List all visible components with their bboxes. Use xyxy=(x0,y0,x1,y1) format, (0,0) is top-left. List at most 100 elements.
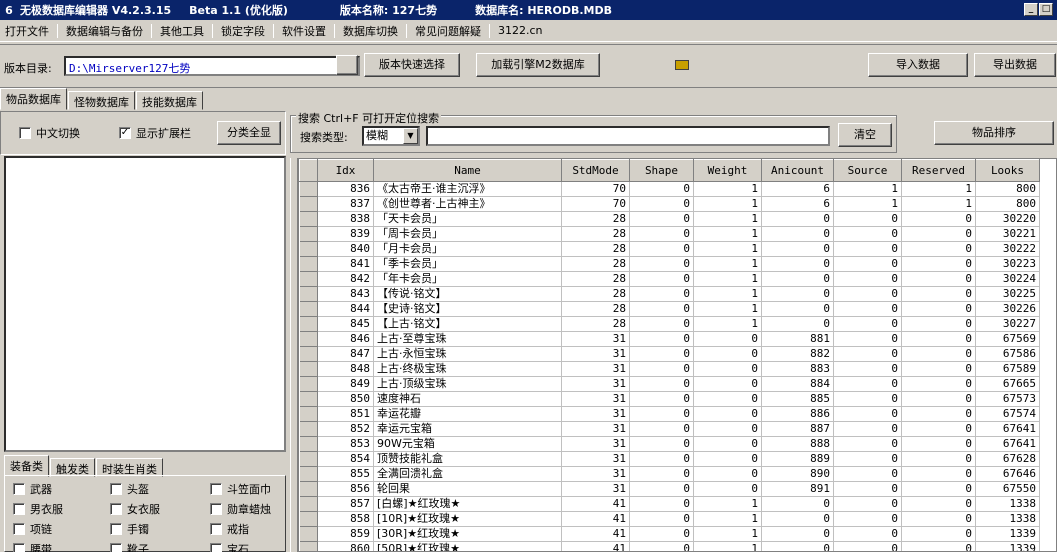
table-cell[interactable]: 0 xyxy=(693,406,762,422)
table-cell[interactable]: 41 xyxy=(561,496,630,512)
row-indicator[interactable] xyxy=(299,466,318,482)
row-indicator[interactable] xyxy=(299,406,318,422)
table-cell[interactable]: 28 xyxy=(561,211,630,227)
table-cell[interactable]: 0 xyxy=(901,511,976,527)
table-cell[interactable]: 41 xyxy=(561,526,630,542)
column-header-reserved[interactable]: Reserved xyxy=(901,159,976,182)
table-cell[interactable]: 【上古·铭文】 xyxy=(373,316,562,332)
table-cell[interactable]: 0 xyxy=(629,301,694,317)
table-row[interactable]: 849 上古·顶级宝珠 31 0 0 884 0 0 67665 xyxy=(299,376,1040,392)
table-cell[interactable]: 1 xyxy=(901,181,976,197)
table-cell[interactable]: 0 xyxy=(629,541,694,551)
table-cell[interactable]: 800 xyxy=(975,196,1040,212)
table-cell[interactable]: 31 xyxy=(561,481,630,497)
menu-other-tools[interactable]: 其他工具 xyxy=(155,23,209,39)
table-cell[interactable]: 0 xyxy=(693,436,762,452)
column-header-weight[interactable]: Weight xyxy=(693,159,762,182)
column-header-idx[interactable]: Idx xyxy=(317,159,374,182)
row-indicator[interactable] xyxy=(299,211,318,227)
table-cell[interactable]: 上古·终极宝珠 xyxy=(373,361,562,377)
table-cell[interactable]: 0 xyxy=(901,241,976,257)
table-cell[interactable]: 0 xyxy=(693,361,762,377)
cat-necklace[interactable]: 项链 xyxy=(13,521,110,537)
menu-db-switch[interactable]: 数据库切换 xyxy=(338,23,403,39)
table-row[interactable]: 843 【传说·铭文】 28 0 1 0 0 0 30225 xyxy=(299,286,1040,302)
row-indicator[interactable] xyxy=(299,481,318,497)
row-indicator[interactable] xyxy=(299,451,318,467)
table-cell[interactable]: 0 xyxy=(901,301,976,317)
table-cell[interactable]: 857 xyxy=(317,496,374,512)
cat-female-clothes[interactable]: 女衣服 xyxy=(110,501,210,517)
column-header-source[interactable]: Source xyxy=(833,159,902,182)
table-cell[interactable]: 0 xyxy=(629,391,694,407)
table-row[interactable]: 852 幸运元宝箱 31 0 0 887 0 0 67641 xyxy=(299,421,1040,437)
table-cell[interactable]: 840 xyxy=(317,241,374,257)
table-cell[interactable]: 0 xyxy=(629,451,694,467)
table-cell[interactable]: 41 xyxy=(561,511,630,527)
table-cell[interactable]: 0 xyxy=(833,451,902,467)
table-cell[interactable]: 843 xyxy=(317,286,374,302)
table-cell[interactable]: 0 xyxy=(833,346,902,362)
row-indicator[interactable] xyxy=(299,286,318,302)
table-cell[interactable]: 0 xyxy=(901,271,976,287)
table-cell[interactable]: 《创世尊者·上古神主》 xyxy=(373,196,562,212)
table-cell[interactable]: 853 xyxy=(317,436,374,452)
menu-settings[interactable]: 软件设置 xyxy=(277,23,331,39)
table-cell[interactable]: 0 xyxy=(901,211,976,227)
table-cell[interactable]: 889 xyxy=(761,451,834,467)
table-cell[interactable]: 0 xyxy=(629,526,694,542)
cat-medal-candle[interactable]: 勋章蜡烛 xyxy=(210,501,300,517)
table-cell[interactable]: 67646 xyxy=(975,466,1040,482)
table-row[interactable]: 859 [30R]★红玫瑰★ 41 0 1 0 0 0 1339 xyxy=(299,526,1040,542)
table-cell[interactable]: 67569 xyxy=(975,331,1040,347)
table-cell[interactable]: 31 xyxy=(561,376,630,392)
column-header-shape[interactable]: Shape xyxy=(629,159,694,182)
table-cell[interactable]: 31 xyxy=(561,421,630,437)
table-cell[interactable]: 0 xyxy=(833,481,902,497)
close-button[interactable]: □ xyxy=(1039,3,1053,16)
table-cell[interactable]: 0 xyxy=(833,271,902,287)
table-cell[interactable]: 67589 xyxy=(975,361,1040,377)
table-cell[interactable]: 0 xyxy=(833,541,902,551)
table-cell[interactable]: 0 xyxy=(761,256,834,272)
table-cell[interactable]: 845 xyxy=(317,316,374,332)
table-cell[interactable]: 67641 xyxy=(975,436,1040,452)
table-cell[interactable]: 1 xyxy=(833,181,902,197)
table-cell[interactable]: 67573 xyxy=(975,391,1040,407)
table-cell[interactable]: 0 xyxy=(833,241,902,257)
table-cell[interactable]: 41 xyxy=(561,541,630,551)
table-cell[interactable]: 0 xyxy=(901,376,976,392)
table-cell[interactable]: 0 xyxy=(901,436,976,452)
table-cell[interactable]: 0 xyxy=(629,421,694,437)
tab-items-db[interactable]: 物品数据库 xyxy=(0,88,67,110)
cat-helmet[interactable]: 头盔 xyxy=(110,481,210,497)
search-input[interactable] xyxy=(426,126,830,146)
table-row[interactable]: 845 【上古·铭文】 28 0 1 0 0 0 30227 xyxy=(299,316,1040,332)
table-row[interactable]: 854 顶赞技能礼盒 31 0 0 889 0 0 67628 xyxy=(299,451,1040,467)
table-cell[interactable]: 顶赞技能礼盒 xyxy=(373,451,562,467)
table-row[interactable]: 841 「季卡会员」 28 0 1 0 0 0 30223 xyxy=(299,256,1040,272)
table-cell[interactable]: 0 xyxy=(761,511,834,527)
table-cell[interactable]: 0 xyxy=(833,331,902,347)
table-cell[interactable]: 0 xyxy=(901,481,976,497)
table-cell[interactable]: 0 xyxy=(901,331,976,347)
table-cell[interactable]: 1 xyxy=(693,301,762,317)
table-cell[interactable]: 0 xyxy=(629,241,694,257)
table-cell[interactable]: 0 xyxy=(901,421,976,437)
table-cell[interactable]: 30224 xyxy=(975,271,1040,287)
table-cell[interactable]: 0 xyxy=(629,466,694,482)
table-cell[interactable]: 0 xyxy=(629,316,694,332)
column-header-looks[interactable]: Looks xyxy=(975,159,1040,182)
table-cell[interactable]: 0 xyxy=(761,271,834,287)
table-cell[interactable]: 30223 xyxy=(975,256,1040,272)
table-cell[interactable]: 860 xyxy=(317,541,374,551)
table-cell[interactable]: 0 xyxy=(693,376,762,392)
table-cell[interactable]: 0 xyxy=(833,406,902,422)
row-indicator[interactable] xyxy=(299,256,318,272)
table-cell[interactable]: 28 xyxy=(561,271,630,287)
table-cell[interactable]: 837 xyxy=(317,196,374,212)
table-cell[interactable]: 28 xyxy=(561,316,630,332)
table-cell[interactable]: 1 xyxy=(693,226,762,242)
table-cell[interactable]: 0 xyxy=(833,256,902,272)
menu-faq[interactable]: 常见问题解疑 xyxy=(410,23,486,39)
